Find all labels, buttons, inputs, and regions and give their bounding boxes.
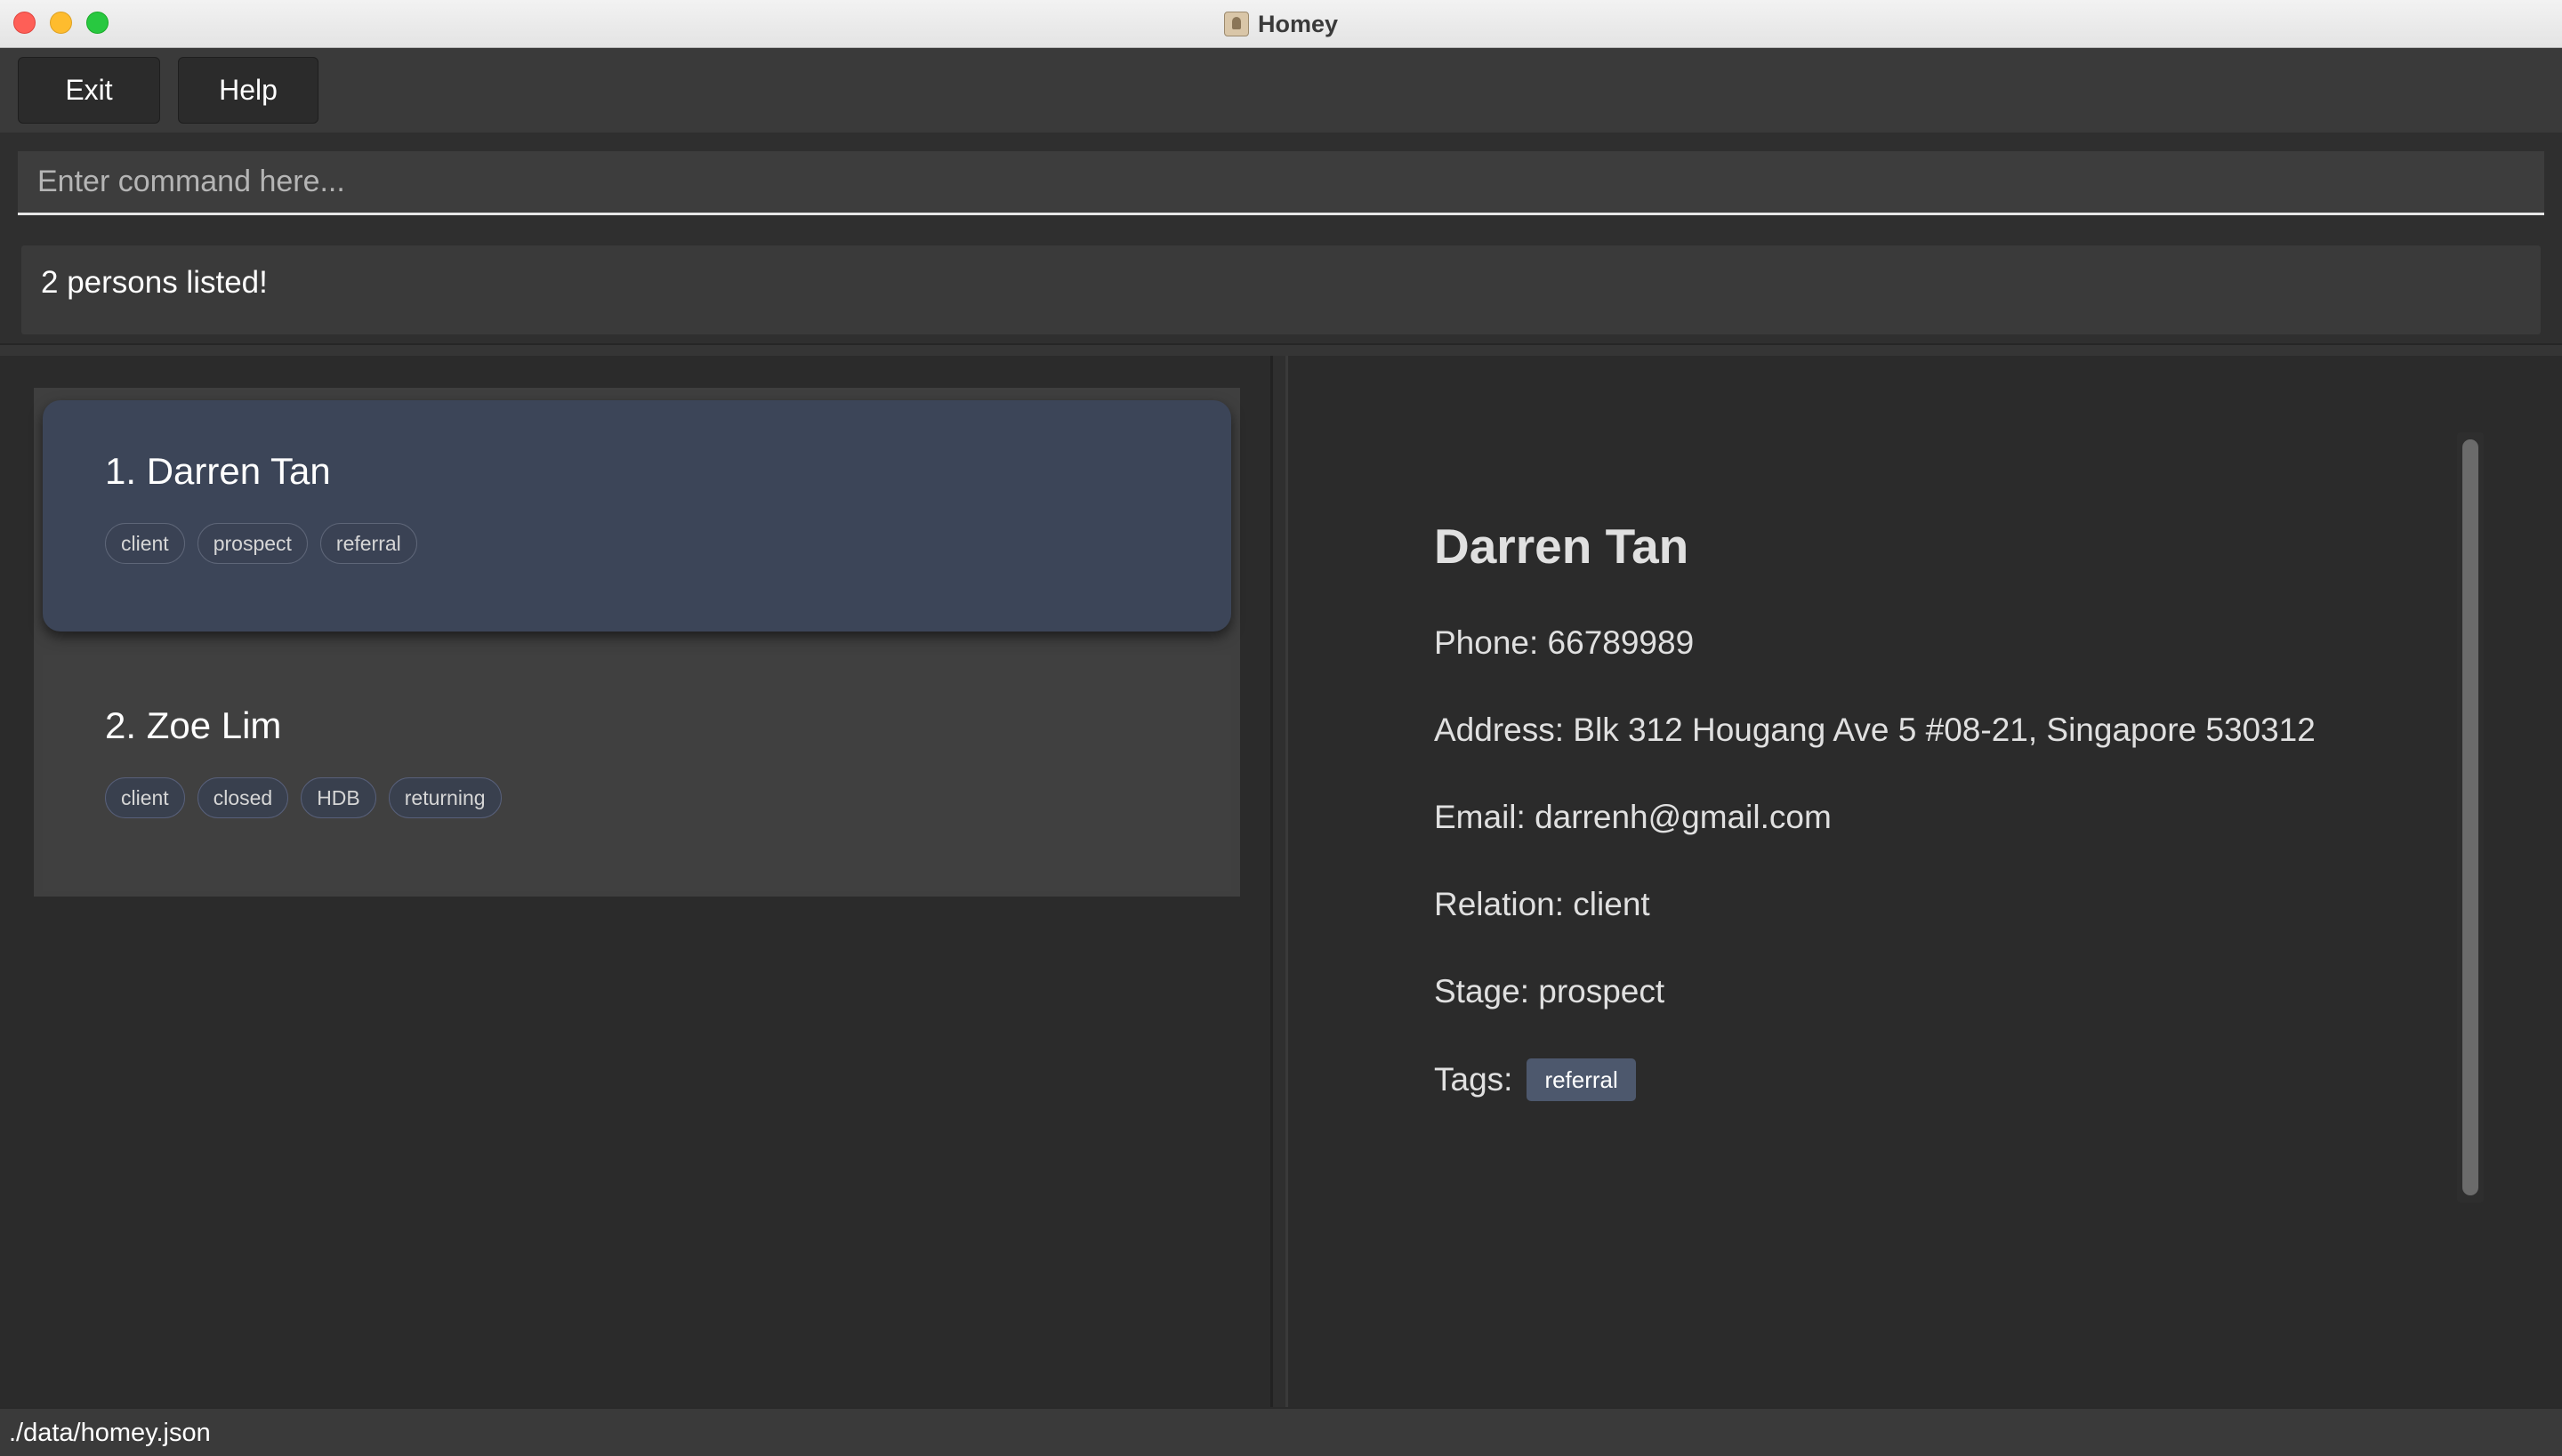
person-card-tags: client closed HDB returning [105,777,502,818]
person-card-name: 2. Zoe Lim [105,704,282,746]
tag-chip: client [105,523,185,564]
person-card[interactable]: 2. Zoe Lim client closed HDB returning [43,655,1231,891]
detail-phone: Phone: 66789989 [1434,624,1695,661]
data-file-path: ./data/homey.json [9,1419,211,1447]
detail-tags: Tags: referral [1434,1058,1636,1101]
command-input[interactable] [18,151,2544,215]
tag-chip: prospect [197,523,308,564]
detail-address: Address: Blk 312 Hougang Ave 5 #08-21, S… [1434,712,2316,748]
horizontal-divider[interactable] [0,343,2562,356]
person-detail-panel: Darren Tan Phone: 66789989 Address: Blk … [1288,356,2562,1407]
detail-scrollbar[interactable] [2457,432,2484,1203]
person-card-tags: client prospect referral [105,523,417,564]
detail-name: Darren Tan [1434,519,1689,574]
tag-chip: returning [388,777,502,818]
detail-stage: Stage: prospect [1434,973,1665,1010]
scrollbar-thumb[interactable] [2462,439,2478,1195]
tag-chip: HDB [301,777,376,818]
detail-relation: Relation: client [1434,886,1650,922]
detail-email: Email: darrenh@gmail.com [1434,799,1832,835]
contact-book-icon [1223,12,1249,36]
status-bar: ./data/homey.json [0,1407,2562,1456]
split-pane-divider[interactable] [1270,356,1288,1407]
tag-chip: client [105,777,185,818]
person-card-name: 1. Darren Tan [105,450,331,492]
exit-button[interactable]: Exit [18,57,160,124]
result-display: 2 persons listed! [0,233,2562,343]
result-box: 2 persons listed! [21,245,2541,334]
window-title: Homey [1257,10,1339,37]
command-box [0,133,2562,233]
title-bar: Homey [0,0,2562,48]
person-list-panel: 1. Darren Tan client prospect referral 2… [0,356,1270,1407]
detail-tag-chip: referral [1527,1058,1636,1101]
person-card[interactable]: 1. Darren Tan client prospect referral [43,400,1231,631]
title-group: Homey [0,0,2562,48]
tag-chip: closed [197,777,289,818]
detail-tags-label: Tags: [1434,1061,1513,1098]
menu-bar: Exit Help [0,48,2562,133]
tag-chip: referral [319,523,417,564]
help-button[interactable]: Help [178,57,318,124]
app-window: Homey Exit Help 2 persons listed! 1. Dar… [0,0,2562,1456]
result-message: 2 persons listed! [41,265,268,300]
